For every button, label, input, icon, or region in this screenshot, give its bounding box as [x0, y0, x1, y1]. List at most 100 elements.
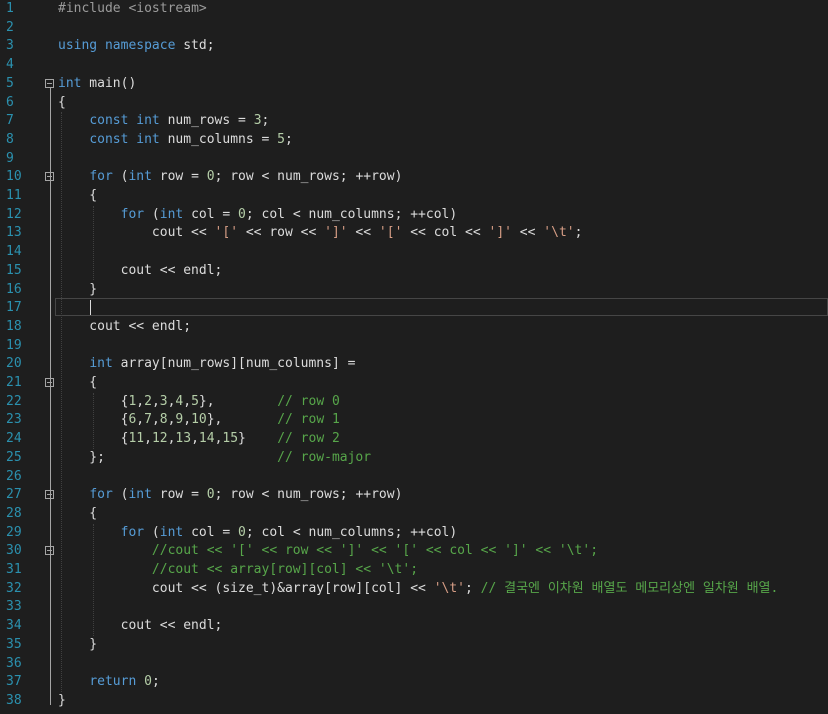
line-number: 5: [6, 75, 14, 91]
line-number: 30: [6, 543, 22, 559]
line-number: 17: [6, 300, 22, 316]
line-number: 13: [6, 225, 22, 241]
line-number: 3: [6, 38, 14, 54]
indent-guide: [93, 205, 94, 281]
code-line[interactable]: 32 cout << (size_t)&array[row][col] << '…: [0, 580, 828, 599]
code-text: }: [58, 281, 98, 297]
code-line[interactable]: 4: [0, 56, 828, 75]
line-number: 27: [6, 487, 22, 503]
code-line[interactable]: 30 //cout << '[' << row << ']' << '[' <<…: [0, 542, 828, 561]
indent-guide: [61, 112, 62, 692]
line-number: 34: [6, 618, 22, 634]
code-line[interactable]: 29 for (int col = 0; col < num_columns; …: [0, 524, 828, 543]
line-number: 7: [6, 113, 14, 129]
line-number: 4: [6, 57, 14, 73]
code-text: {: [58, 505, 98, 521]
line-number: 14: [6, 244, 22, 260]
code-line[interactable]: 16 }: [0, 281, 828, 300]
indent-guide: [93, 523, 94, 636]
code-text: cout << '[' << row << ']' << '[' << col …: [58, 225, 583, 241]
code-line[interactable]: 37 return 0;: [0, 673, 828, 692]
line-number: 6: [6, 94, 14, 110]
code-text: {6,7,8,9,10}, // row 1: [58, 412, 340, 428]
line-number: 33: [6, 599, 22, 615]
code-line[interactable]: 20 int array[num_rows][num_columns] =: [0, 355, 828, 374]
code-text: cout << (size_t)&array[row][col] << '\t'…: [58, 580, 779, 596]
line-number: 37: [6, 674, 22, 690]
code-line[interactable]: 10 for (int row = 0; row < num_rows; ++r…: [0, 168, 828, 187]
code-text: return 0;: [89, 674, 160, 690]
code-text: cout << endl;: [58, 262, 223, 278]
code-line[interactable]: 28 {: [0, 505, 828, 524]
code-text: const int num_rows = 3;: [89, 113, 270, 129]
code-line[interactable]: 5 int main(): [0, 75, 828, 94]
code-line[interactable]: 26: [0, 468, 828, 487]
code-line[interactable]: 11 {: [0, 187, 828, 206]
code-line[interactable]: 27 for (int row = 0; row < num_rows; ++r…: [0, 486, 828, 505]
code-line[interactable]: 19: [0, 337, 828, 356]
line-number: 25: [6, 449, 22, 465]
code-line[interactable]: 34 cout << endl;: [0, 617, 828, 636]
code-text: }: [58, 636, 98, 652]
code-line[interactable]: 33: [0, 598, 828, 617]
line-number: 16: [6, 281, 22, 297]
code-line[interactable]: 6{: [0, 94, 828, 113]
code-text: for (int row = 0; row < num_rows; ++row): [89, 487, 403, 503]
line-number: 22: [6, 393, 22, 409]
line-number: 2: [6, 19, 14, 35]
line-number: 8: [6, 131, 14, 147]
code-line[interactable]: 2: [0, 19, 828, 38]
line-number: 21: [6, 375, 22, 390]
code-line[interactable]: 35 }: [0, 636, 828, 655]
code-line[interactable]: 21 {: [0, 374, 828, 393]
line-number: 31: [6, 562, 22, 577]
line-number: 24: [6, 431, 22, 447]
line-number: 23: [6, 412, 22, 428]
code-line[interactable]: 8 const int num_columns = 5;: [0, 131, 828, 150]
fold-region-line: [50, 87, 51, 705]
code-line[interactable]: 31 //cout << array[row][col] << '\t';: [0, 561, 828, 580]
indent-guide: [93, 392, 94, 449]
code-text: {11,12,13,14,15} // row 2: [58, 431, 340, 447]
code-text: {: [58, 188, 98, 203]
code-line[interactable]: 7 const int num_rows = 3;: [0, 112, 828, 131]
code-line[interactable]: 36: [0, 655, 828, 674]
line-number: 35: [6, 636, 22, 652]
line-number: 28: [6, 505, 22, 521]
code-line[interactable]: 24 {11,12,13,14,15} // row 2: [0, 430, 828, 449]
code-line[interactable]: 3 using namespace std;: [0, 37, 828, 56]
code-text: using namespace std;: [58, 38, 215, 54]
code-editor[interactable]: 1 #include <iostream> 2 3 using namespace st…: [0, 0, 828, 714]
collapse-icon[interactable]: [45, 78, 54, 88]
code-line[interactable]: 1 #include <iostream>: [0, 0, 828, 19]
code-line[interactable]: 18 cout << endl;: [0, 318, 828, 337]
code-line[interactable]: 17: [0, 299, 828, 318]
code-line[interactable]: 9: [0, 150, 828, 169]
line-number: 18: [6, 318, 22, 334]
code-text: {: [58, 375, 98, 390]
line-number: 10: [6, 169, 22, 185]
line-number: 38: [6, 692, 22, 708]
code-line[interactable]: 25 }; // row-major: [0, 449, 828, 468]
code-text: for (int col = 0; col < num_columns; ++c…: [120, 206, 458, 222]
code-line[interactable]: 12 for (int col = 0; col < num_columns; …: [0, 206, 828, 225]
code-text: {: [58, 94, 66, 110]
line-number: 26: [6, 468, 22, 484]
code-line[interactable]: 13 cout << '[' << row << ']' << '[' << c…: [0, 224, 828, 243]
line-number: 12: [6, 206, 22, 222]
code-text: cout << endl;: [58, 318, 192, 334]
code-text: #include <iostream>: [58, 1, 207, 16]
code-line[interactable]: 14: [0, 243, 828, 262]
code-line[interactable]: 38}: [0, 692, 828, 711]
code-text: const int num_columns = 5;: [89, 131, 293, 147]
code-line[interactable]: 23 {6,7,8,9,10}, // row 1: [0, 411, 828, 430]
code-text: }; // row-major: [58, 449, 372, 465]
code-line[interactable]: 15 cout << endl;: [0, 262, 828, 281]
line-number: 11: [6, 188, 22, 203]
code-text: int array[num_rows][num_columns] =: [89, 356, 356, 372]
code-text: for (int col = 0; col < num_columns; ++c…: [120, 524, 458, 540]
line-number: 29: [6, 524, 22, 540]
code-text: int main(): [58, 75, 137, 91]
code-line[interactable]: 22 {1,2,3,4,5}, // row 0: [0, 393, 828, 412]
code-text: {1,2,3,4,5}, // row 0: [58, 393, 340, 409]
